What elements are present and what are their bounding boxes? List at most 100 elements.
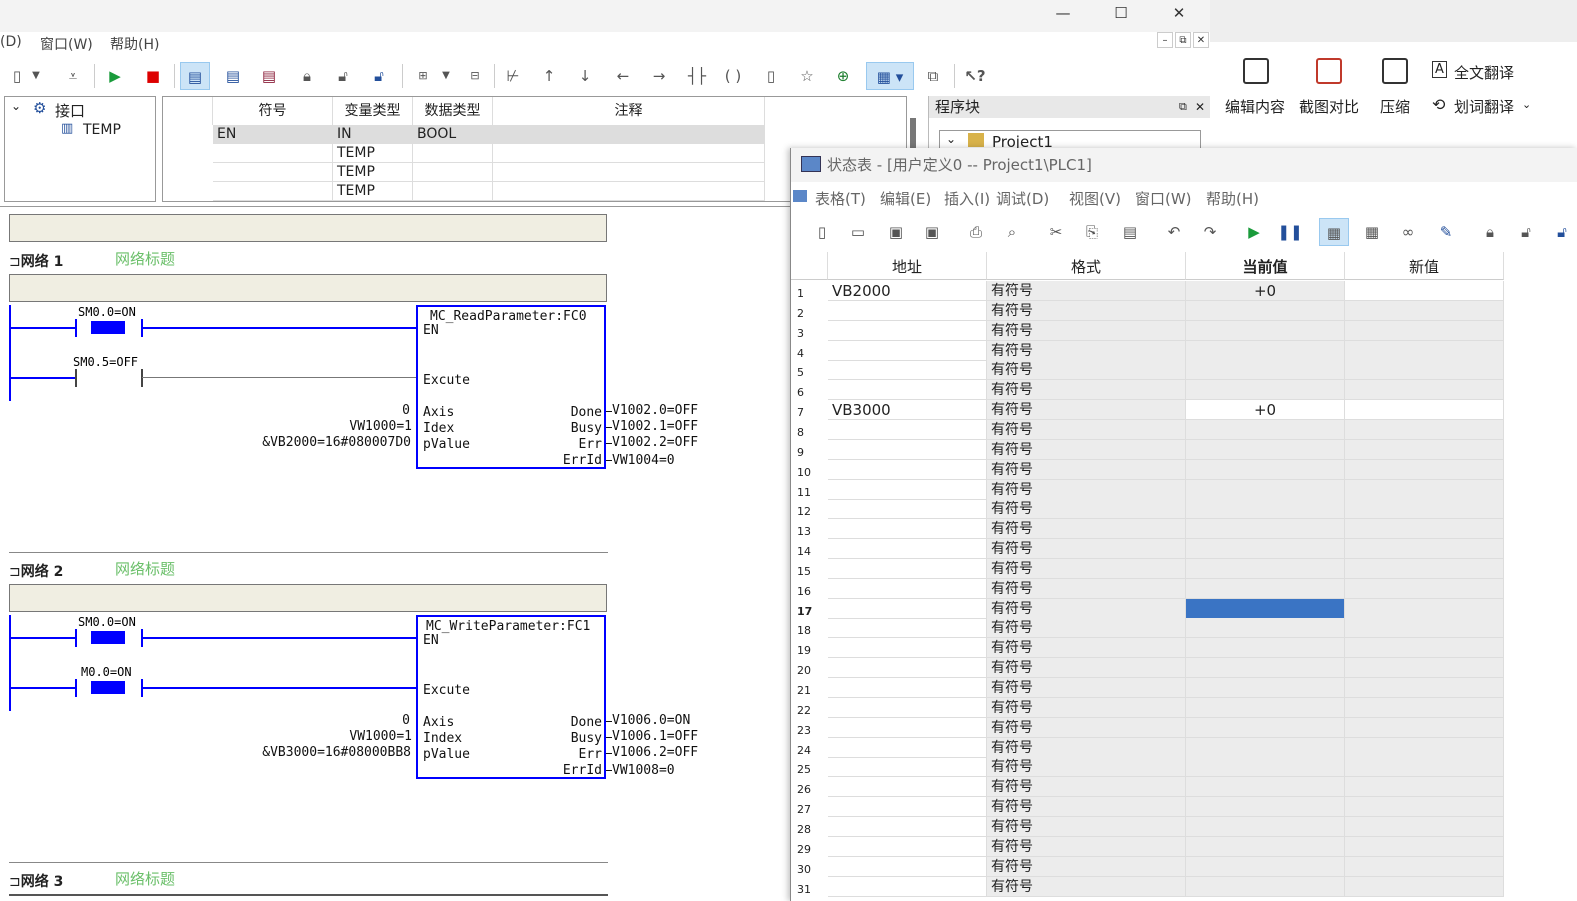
format-cell[interactable]: 有符号 xyxy=(987,678,1186,698)
open-icon[interactable]: ▭ xyxy=(843,218,873,246)
table-cell[interactable]: BOOL xyxy=(413,125,493,144)
format-cell[interactable]: 有符号 xyxy=(987,281,1186,301)
current-value-cell[interactable] xyxy=(1186,856,1345,877)
current-value-cell[interactable] xyxy=(1186,757,1345,778)
format-cell[interactable]: 有符号 xyxy=(987,638,1186,659)
network-1-comment[interactable] xyxy=(9,274,607,302)
mdi-minimize-button[interactable]: – xyxy=(1157,32,1173,48)
current-value-cell[interactable] xyxy=(1186,320,1345,341)
format-cell[interactable]: 有符号 xyxy=(987,658,1186,679)
new-value-cell[interactable] xyxy=(1345,479,1504,500)
single-read-icon[interactable]: ▦ xyxy=(1357,218,1387,246)
current-value-cell[interactable] xyxy=(1186,519,1345,540)
menu-insert[interactable]: 插入(I) xyxy=(944,188,990,209)
panel-close-icon[interactable]: ✕ xyxy=(1195,96,1205,118)
download-icon[interactable]: ⩡ xyxy=(58,62,88,90)
print-preview-icon[interactable]: ⌕ xyxy=(997,218,1027,246)
address-cell[interactable] xyxy=(828,717,987,738)
table-row[interactable]: 25 有符号 xyxy=(791,757,1577,778)
current-value-cell[interactable] xyxy=(1186,836,1345,857)
address-cell[interactable] xyxy=(828,816,987,837)
row-number[interactable]: 27 xyxy=(791,797,827,817)
current-value-cell[interactable] xyxy=(1186,578,1345,599)
menu-table[interactable]: 表格(T) xyxy=(815,188,866,209)
table-row[interactable]: 28 有符号 xyxy=(791,816,1577,837)
address-cell[interactable] xyxy=(828,439,987,460)
table-cell[interactable] xyxy=(493,182,765,201)
network-1-title[interactable]: 网络标题 xyxy=(115,248,175,269)
save-icon[interactable]: ▣ xyxy=(881,218,911,246)
table-cell[interactable] xyxy=(213,182,333,201)
box-icon[interactable]: ▯ xyxy=(756,62,786,90)
address-cell[interactable] xyxy=(828,856,987,877)
new-value-cell[interactable] xyxy=(1345,618,1504,639)
row-number[interactable]: 13 xyxy=(791,519,827,539)
format-cell[interactable]: 有符号 xyxy=(987,360,1186,381)
output-value[interactable]: VW1004=0 xyxy=(612,453,675,468)
format-cell[interactable]: 有符号 xyxy=(987,400,1186,421)
address-cell[interactable] xyxy=(828,618,987,639)
row-number[interactable]: 24 xyxy=(791,738,827,758)
table-row[interactable]: 15 有符号 xyxy=(791,558,1577,579)
unlock-icon[interactable]: 🔓︎ xyxy=(1511,218,1541,246)
address-cell[interactable] xyxy=(828,598,987,619)
row-number[interactable]: 21 xyxy=(791,678,827,698)
undo-icon[interactable]: ↶ xyxy=(1159,218,1189,246)
contact-on[interactable] xyxy=(91,631,125,644)
new-value-cell[interactable] xyxy=(1345,558,1504,579)
expand-icon[interactable]: ⌄ xyxy=(946,132,956,146)
table-cell[interactable] xyxy=(213,163,333,182)
row-number[interactable]: 10 xyxy=(791,460,827,480)
address-cell[interactable]: VB3000 xyxy=(828,400,987,421)
address-cell[interactable] xyxy=(828,360,987,381)
address-cell[interactable] xyxy=(828,539,987,560)
new-value-cell[interactable] xyxy=(1345,459,1504,480)
new-value-cell[interactable] xyxy=(1345,797,1504,818)
table-cell[interactable] xyxy=(493,144,765,163)
format-cell[interactable]: 有符号 xyxy=(987,618,1186,639)
output-value[interactable]: V1002.0=OFF xyxy=(612,403,698,418)
current-value-cell[interactable] xyxy=(1186,598,1345,619)
context-help-icon[interactable]: ↖? xyxy=(960,62,990,90)
format-cell[interactable]: 有符号 xyxy=(987,519,1186,540)
contact-on[interactable] xyxy=(91,681,125,694)
contact-icon[interactable]: ┤├ xyxy=(682,62,712,90)
table-row[interactable]: 30 有符号 xyxy=(791,856,1577,877)
table-row[interactable]: 24 有符号 xyxy=(791,737,1577,758)
tree-child-label[interactable]: TEMP xyxy=(83,122,121,138)
current-value-cell[interactable] xyxy=(1186,300,1345,321)
window-icon[interactable]: ⧉ xyxy=(918,62,948,90)
format-cell[interactable]: 有符号 xyxy=(987,816,1186,837)
screenshot-compare-icon[interactable] xyxy=(1316,58,1342,84)
row-number[interactable]: 14 xyxy=(791,539,827,559)
new-value-cell[interactable] xyxy=(1345,380,1504,401)
coil-icon[interactable]: ( ) xyxy=(718,62,748,90)
line-right-icon[interactable]: → xyxy=(644,62,674,90)
format-cell[interactable]: 有符号 xyxy=(987,439,1186,460)
new-value-cell[interactable] xyxy=(1345,578,1504,599)
table-row[interactable]: 9 有符号 xyxy=(791,439,1577,460)
row-number[interactable]: 23 xyxy=(791,718,827,738)
chart-status-icon[interactable]: ▦ xyxy=(1319,218,1349,246)
current-value-cell[interactable] xyxy=(1186,499,1345,520)
force-icon[interactable]: 🔓︎ xyxy=(1547,218,1577,246)
new-value-cell[interactable] xyxy=(1345,737,1504,758)
new-value-cell[interactable] xyxy=(1345,499,1504,520)
output-value[interactable]: V1006.0=ON xyxy=(612,713,690,728)
current-value-cell[interactable] xyxy=(1186,618,1345,639)
network-1-label[interactable]: ⊐网络 1 xyxy=(9,251,63,271)
address-cell[interactable] xyxy=(828,876,987,897)
new-value-cell[interactable] xyxy=(1345,816,1504,837)
new-value-cell[interactable] xyxy=(1345,697,1504,718)
address-cell[interactable] xyxy=(828,419,987,440)
table-cell[interactable]: IN xyxy=(333,125,413,144)
paste-icon[interactable]: ▤ xyxy=(1115,218,1145,246)
word-translate-button[interactable]: 划词翻译 xyxy=(1454,96,1514,117)
row-number[interactable]: 22 xyxy=(791,698,827,718)
format-cell[interactable]: 有符号 xyxy=(987,340,1186,361)
table-row[interactable]: 23 有符号 xyxy=(791,717,1577,738)
table-cell[interactable]: EN xyxy=(213,125,333,144)
format-cell[interactable]: 有符号 xyxy=(987,380,1186,401)
address-cell[interactable] xyxy=(828,797,987,818)
address-cell[interactable] xyxy=(828,678,987,698)
